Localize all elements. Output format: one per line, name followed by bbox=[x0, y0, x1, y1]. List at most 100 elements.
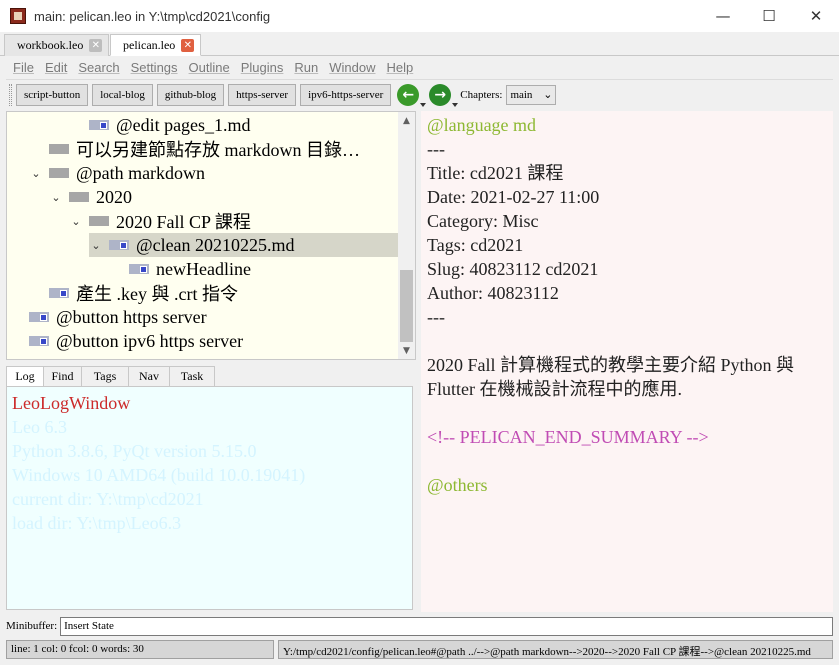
title-bar: main: pelican.leo in Y:\tmp\cd2021\confi… bbox=[0, 0, 839, 32]
outline-node[interactable]: 可以另建節點存放 markdown 目錄… bbox=[29, 137, 360, 161]
body-editor[interactable]: @language md --- Title: cd2021 課程 Date: … bbox=[421, 111, 833, 612]
body-line: 2020 Fall 計算機程式的教學主要介紹 Python 與 Flutter … bbox=[427, 355, 795, 399]
log-line: current dir: Y:\tmp\cd2021 bbox=[12, 489, 204, 509]
tab-nav[interactable]: Nav bbox=[128, 366, 170, 386]
outline-node-selected[interactable]: ⌄ @clean 20210225.md bbox=[89, 233, 399, 257]
close-window-button[interactable]: ✕ bbox=[793, 0, 839, 32]
node-icon bbox=[29, 312, 49, 322]
tab-label: workbook.leo bbox=[17, 38, 84, 52]
chevron-down-icon[interactable]: ⌄ bbox=[49, 191, 63, 204]
menu-run[interactable]: Run bbox=[294, 60, 318, 75]
outline-node[interactable]: newHeadline bbox=[109, 257, 251, 281]
tab-label: pelican.leo bbox=[123, 37, 176, 52]
node-headline: @button ipv6 https server bbox=[56, 330, 244, 351]
toolbar-grip[interactable] bbox=[9, 83, 12, 106]
maximize-button[interactable]: ☐ bbox=[746, 0, 792, 32]
outline-node[interactable]: ⌄ 2020 Fall CP 課程 bbox=[69, 209, 251, 233]
log-pane[interactable]: LeoLogWindow Leo 6.3 Python 3.8.6, PyQt … bbox=[6, 386, 413, 610]
node-icon bbox=[89, 216, 109, 226]
leo-app-icon bbox=[10, 8, 26, 24]
outline-pane[interactable]: @edit pages_1.md 可以另建節點存放 markdown 目錄… ⌄… bbox=[6, 111, 416, 360]
menu-plugins[interactable]: Plugins bbox=[241, 60, 284, 75]
github-blog-button[interactable]: github-blog bbox=[156, 83, 225, 106]
node-headline: 2020 bbox=[96, 186, 132, 207]
ipv6-https-server-button[interactable]: ipv6-https-server bbox=[300, 83, 392, 106]
forward-arrow-icon[interactable]: → bbox=[429, 83, 459, 107]
node-headline: @clean 20210225.md bbox=[136, 234, 295, 255]
node-headline: 產生 .key 與 .crt 指令 bbox=[76, 284, 238, 304]
tab-log[interactable]: Log bbox=[6, 366, 44, 386]
toolbar: script-button local-blog github-blog htt… bbox=[6, 79, 833, 109]
node-headline: @edit pages_1.md bbox=[116, 114, 251, 135]
scroll-up-icon[interactable]: ▲ bbox=[398, 112, 415, 129]
status-path-text: Y:/tmp/cd2021/config/pelican.leo#@path .… bbox=[283, 646, 811, 658]
body-line: --- bbox=[427, 307, 445, 327]
chevron-down-icon[interactable]: ⌄ bbox=[29, 167, 43, 180]
node-icon bbox=[49, 168, 69, 178]
outline-node[interactable]: @button https server bbox=[9, 305, 207, 329]
outline-node[interactable]: ⌄ 2020 bbox=[49, 185, 132, 209]
menu-window[interactable]: Window bbox=[329, 60, 375, 75]
node-icon bbox=[129, 264, 149, 274]
outline-node[interactable]: ⌄ @path markdown bbox=[29, 161, 205, 185]
node-icon bbox=[109, 240, 129, 250]
node-icon bbox=[49, 144, 69, 154]
body-line: Date: 2021-02-27 11:00 bbox=[427, 187, 600, 207]
chapters-select[interactable]: main ⌄ bbox=[506, 84, 557, 105]
status-bar: line: 1 col: 0 fcol: 0 words: 30 Y:/tmp/… bbox=[6, 640, 833, 659]
status-node-path: Y:/tmp/cd2021/config/pelican.leo#@path .… bbox=[278, 640, 833, 659]
tab-workbook[interactable]: workbook.leo ✕ bbox=[4, 34, 110, 56]
body-line: Tags: cd2021 bbox=[427, 235, 524, 255]
file-tab-bar: workbook.leo ✕ pelican.leo ✕ bbox=[0, 32, 839, 56]
body-line: <!-- PELICAN_END_SUMMARY --> bbox=[427, 427, 709, 447]
minibuffer-input[interactable]: Insert State bbox=[60, 616, 833, 636]
outline-node[interactable]: 產生 .key 與 .crt 指令 bbox=[29, 281, 238, 305]
close-tab-icon[interactable]: ✕ bbox=[89, 39, 103, 52]
local-blog-button[interactable]: local-blog bbox=[92, 83, 153, 106]
body-line bbox=[427, 401, 827, 425]
menu-file[interactable]: File bbox=[13, 60, 34, 75]
body-line: --- bbox=[427, 139, 445, 159]
node-icon bbox=[69, 192, 89, 202]
chevron-down-icon[interactable]: ⌄ bbox=[89, 239, 103, 252]
outline-scrollbar[interactable]: ▲ ▼ bbox=[398, 112, 415, 359]
minibuffer-label: Minibuffer: bbox=[6, 620, 58, 632]
node-headline: 2020 Fall CP 課程 bbox=[116, 212, 251, 232]
tab-tags[interactable]: Tags bbox=[81, 366, 129, 386]
https-server-button[interactable]: https-server bbox=[228, 83, 297, 106]
menu-bar: File Edit Search Settings Outline Plugin… bbox=[6, 57, 833, 78]
outline-node[interactable]: @edit pages_1.md bbox=[69, 113, 251, 137]
chapters-value: main bbox=[510, 88, 533, 101]
outline-node[interactable]: @button ipv6 https server bbox=[9, 329, 243, 353]
log-line: Leo 6.3 bbox=[12, 417, 67, 437]
node-headline: newHeadline bbox=[156, 258, 251, 279]
menu-outline[interactable]: Outline bbox=[189, 60, 230, 75]
minimize-button[interactable]: — bbox=[700, 0, 746, 32]
body-line bbox=[427, 329, 827, 353]
window-title: main: pelican.leo in Y:\tmp\cd2021\confi… bbox=[34, 8, 271, 24]
minibuffer: Minibuffer: Insert State bbox=[6, 616, 833, 636]
menu-help[interactable]: Help bbox=[387, 60, 414, 75]
log-line: Windows 10 AMD64 (build 10.0.19041) bbox=[12, 465, 306, 485]
chevron-down-icon[interactable]: ⌄ bbox=[69, 215, 83, 228]
body-line: @language md bbox=[427, 115, 537, 135]
script-button[interactable]: script-button bbox=[16, 83, 89, 106]
log-line: load dir: Y:\tmp\Leo6.3 bbox=[12, 513, 182, 533]
tab-find[interactable]: Find bbox=[43, 366, 82, 386]
tab-pelican[interactable]: pelican.leo ✕ bbox=[110, 34, 202, 56]
node-headline: @button https server bbox=[56, 306, 207, 327]
body-line: Slug: 40823112 cd2021 bbox=[427, 259, 599, 279]
log-line: Python 3.8.6, PyQt version 5.15.0 bbox=[12, 441, 257, 461]
body-line bbox=[427, 449, 827, 473]
menu-search[interactable]: Search bbox=[78, 60, 119, 75]
body-line: Author: 40823112 bbox=[427, 283, 559, 303]
close-tab-icon[interactable]: ✕ bbox=[181, 38, 195, 52]
scroll-down-icon[interactable]: ▼ bbox=[398, 342, 415, 359]
scroll-thumb[interactable] bbox=[400, 270, 413, 342]
tab-task[interactable]: Task bbox=[169, 366, 215, 386]
menu-settings[interactable]: Settings bbox=[131, 60, 178, 75]
back-arrow-icon[interactable]: ← bbox=[397, 83, 427, 107]
chevron-down-icon: ⌄ bbox=[543, 89, 553, 101]
node-icon bbox=[89, 120, 109, 130]
menu-edit[interactable]: Edit bbox=[45, 60, 67, 75]
